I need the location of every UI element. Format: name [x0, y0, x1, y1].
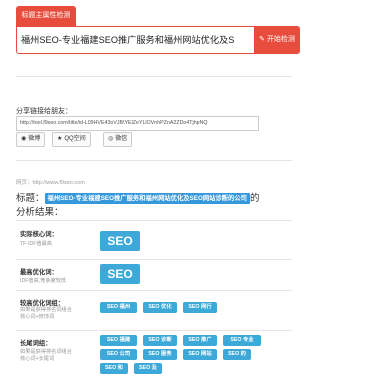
keyword-tag: SEO 公司: [100, 349, 137, 360]
row-hint: 核心词+修饰词: [20, 314, 55, 320]
title-input[interactable]: 福州SEO-专业福建SEO推广服务和福州网站优化及S: [21, 31, 237, 49]
share-weibo-button[interactable]: ◉ 微博: [16, 132, 46, 147]
pencil-square-icon: ✎: [259, 36, 265, 43]
title-line: 标题： 福州SEO-专业福建SEO推广服务和福州网站优化及SEO网站诊断的公司的: [16, 190, 259, 204]
share-weibo-label: 微博: [28, 136, 41, 142]
keyword-tag: SEO: [100, 231, 140, 251]
keyword-tag: SEO 专业: [223, 335, 261, 346]
divider: [16, 160, 292, 161]
analysis-table: 实际核心词： TF-IDF值最高 SEO 最高优化词： IDF值高,竞争度较低 …: [16, 220, 292, 374]
keyword-tag: SEO 网行: [183, 302, 217, 313]
share-qzone-button[interactable]: ★ QQ空间: [52, 132, 91, 147]
keyword-tag: SEO 及: [134, 363, 162, 374]
wechat-icon: ◎: [108, 136, 114, 142]
share-label: 分享链接给朋友：: [16, 108, 72, 115]
share-wechat-label: 微信: [115, 136, 128, 142]
title-prefix: 标题：: [16, 193, 45, 204]
share-wechat-button[interactable]: ◎ 微信: [103, 132, 133, 147]
start-check-label: 开始检测: [266, 36, 295, 43]
row-hint: IDF值高,竞争度较低: [20, 278, 67, 284]
keyword-tag: SEO 福州: [100, 302, 137, 313]
keyword-tag: SEO 网站: [183, 349, 217, 360]
divider: [16, 76, 292, 77]
row-hint: 如果是获得排名词组合: [20, 349, 72, 355]
table-row: 较高优化词组： 如果是获得排名词组合 核心词+修饰词 SEO 福州 SEO 优化…: [16, 290, 292, 331]
search-box: 福州SEO-专业福建SEO推广服务和福州网站优化及S ✎ 开始检测: [16, 26, 300, 54]
site-url: 网页：http://www.f9seo.com: [16, 180, 85, 186]
row-hint: 如果是获得排名词组合: [20, 307, 72, 313]
weibo-icon: ◉: [21, 136, 27, 142]
row-label: 长尾词组：: [20, 340, 52, 347]
keyword-tag: SEO 优化: [143, 302, 177, 313]
row-label: 最高优化词：: [20, 269, 58, 276]
keyword-tag: SEO 推广: [183, 335, 217, 346]
analysis-subtitle: 分析结果：: [16, 207, 64, 218]
table-row: 长尾词组： 如果是获得排名词组合 核心词+长尾词 SEO 福建 SEO 诊断 S…: [16, 330, 292, 380]
star-icon: ★: [57, 136, 63, 142]
keyword-tag: SEO 福建: [100, 335, 137, 346]
keyword-tag: SEO 服务: [143, 349, 177, 360]
keyword-tag: SEO 的: [223, 349, 251, 360]
table-row: 最高优化词： IDF值高,竞争度较低 SEO: [16, 259, 292, 291]
row-hint: 核心词+长尾词: [20, 356, 55, 362]
keyword-tag: SEO 诊断: [143, 335, 177, 346]
row-hint: TF-IDF值最高: [20, 241, 52, 247]
keyword-tag: SEO 和: [100, 363, 128, 374]
keyword-tag: SEO: [100, 264, 140, 284]
row-label: 实际核心词：: [20, 231, 58, 238]
start-check-button[interactable]: ✎ 开始检测: [254, 26, 300, 54]
share-qzone-label: QQ空间: [64, 136, 86, 142]
tab-title-check[interactable]: 标题主属性检测: [16, 6, 76, 26]
table-row: 实际核心词： TF-IDF值最高 SEO: [16, 221, 292, 260]
share-url-field[interactable]: http://tool.f9seo.com/title/id-L09HVE43o…: [16, 116, 259, 131]
title-highlight: 福州SEO-专业福建SEO推广服务和福州网站优化及SEO网站诊断的公司: [44, 193, 250, 204]
row-label: 较高优化词组：: [20, 300, 65, 307]
title-suffix: 的: [249, 193, 260, 204]
